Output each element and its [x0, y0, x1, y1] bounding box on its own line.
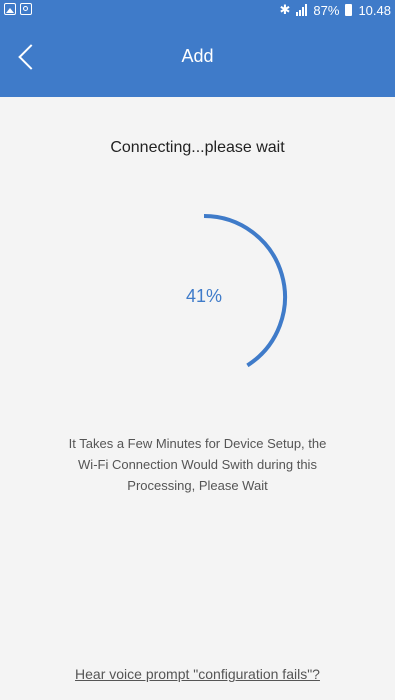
status-indicators: ✱ 87% 10.48	[280, 2, 391, 18]
battery-percent: 87%	[313, 2, 340, 18]
description-line: It Takes a Few Minutes for Device Setup,…	[68, 436, 327, 451]
image-icon	[4, 3, 16, 15]
notification-icons	[4, 3, 32, 15]
bluetooth-icon: ✱	[279, 2, 291, 17]
progress-percent: 41%	[185, 286, 223, 306]
description-line: Wi-Fi Connection Would Swith during this	[78, 457, 317, 472]
page-title: Add	[181, 46, 214, 66]
app-bar: Add	[0, 20, 395, 97]
status-bar: ✱ 87% 10.48	[0, 0, 395, 20]
battery-icon	[345, 4, 353, 16]
progress-ring: 41%	[120, 213, 288, 381]
voice-prompt-link[interactable]: Hear voice prompt "configuration fails"?	[0, 666, 395, 682]
message-icon	[20, 3, 32, 15]
connecting-status: Connecting...please wait	[110, 139, 285, 156]
clock: 10.48	[358, 2, 391, 18]
signal-icon	[296, 4, 308, 16]
description-line: Processing, Please Wait	[127, 478, 268, 493]
setup-description: It Takes a Few Minutes for Device Setup,…	[30, 433, 365, 496]
